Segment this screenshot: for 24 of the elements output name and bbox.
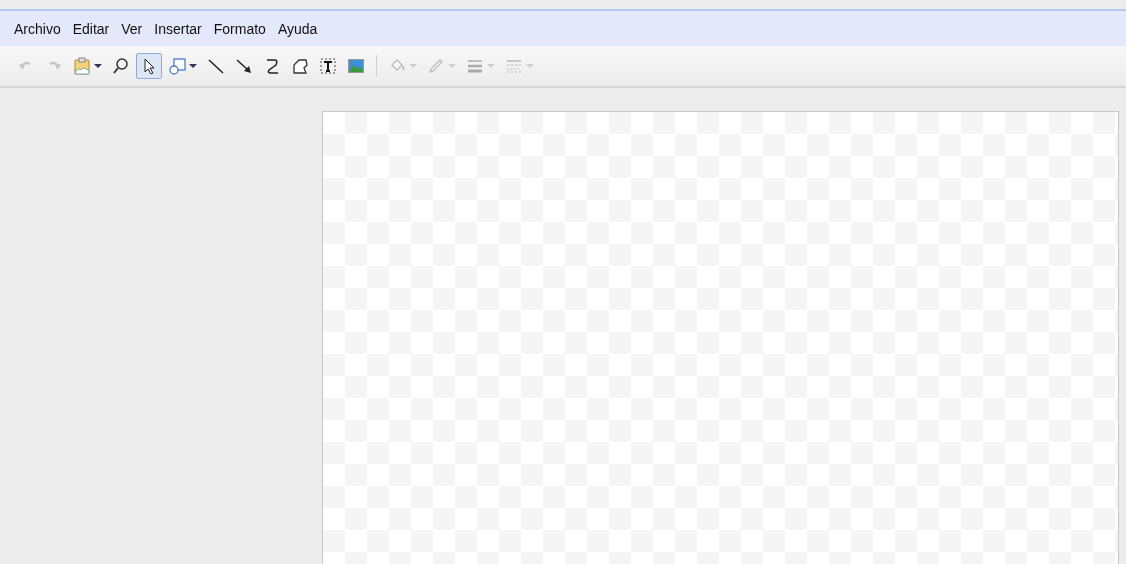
shape-icon [168, 57, 186, 75]
tool-button[interactable] [136, 53, 162, 79]
text-box-icon [319, 57, 337, 75]
polygon-icon [291, 57, 309, 75]
pencil-icon [427, 57, 445, 75]
zoom-icon [112, 57, 130, 75]
menu-item[interactable]: Ver [115, 20, 149, 37]
caret-icon [448, 64, 456, 68]
caret-icon [189, 64, 197, 68]
arrow-icon [235, 57, 253, 75]
caret-icon [526, 64, 534, 68]
caret-icon [409, 64, 417, 68]
clipboard-icon [73, 57, 91, 75]
line-weight-icon [466, 57, 484, 75]
menu-item[interactable]: Formato [207, 20, 272, 37]
line-icon [207, 57, 225, 75]
caret-icon [94, 64, 102, 68]
dash-style-icon [505, 57, 523, 75]
image-icon [347, 57, 365, 75]
menu-item[interactable]: Editar [66, 20, 116, 37]
menu-item[interactable]: Ayuda [271, 20, 324, 37]
caret-icon [487, 64, 495, 68]
menu-item[interactable]: Archivo [8, 20, 67, 37]
menu-item[interactable]: Insertar [148, 20, 208, 37]
